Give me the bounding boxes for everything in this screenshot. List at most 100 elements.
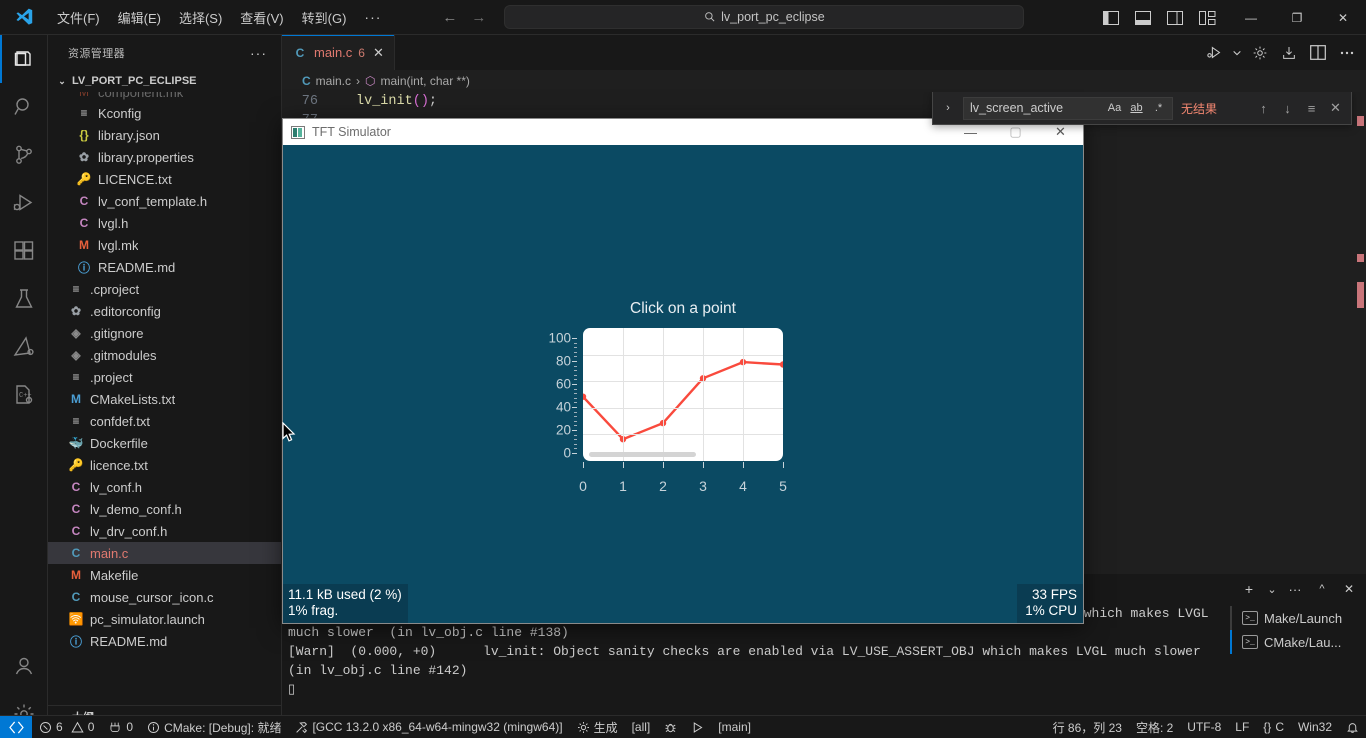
file-tree-item[interactable]: ◈ .gitignore bbox=[48, 322, 281, 344]
indentation-status[interactable]: 空格: 2 bbox=[1129, 716, 1180, 738]
find-previous-icon[interactable]: ↑ bbox=[1254, 99, 1273, 118]
file-tree-item[interactable]: ✿ .editorconfig bbox=[48, 300, 281, 322]
run-debug-icon[interactable] bbox=[1201, 40, 1227, 66]
notifications-bell-icon[interactable] bbox=[1339, 716, 1366, 738]
platform-status[interactable]: Win32 bbox=[1291, 716, 1339, 738]
file-tree-item[interactable]: 🔑 LICENCE.txt bbox=[48, 168, 281, 190]
file-tree-item[interactable]: Cmouse_cursor_icon.c bbox=[48, 586, 281, 608]
toggle-primary-sidebar-icon[interactable] bbox=[1098, 5, 1124, 31]
file-tree[interactable]: ≡ Kconfig {} library.json ✿ library.propertie… bbox=[48, 102, 281, 652]
breadcrumb-file[interactable]: main.c bbox=[316, 74, 351, 88]
sidebar-item-explorer[interactable] bbox=[0, 35, 48, 83]
sidebar-more-icon[interactable]: ··· bbox=[250, 45, 267, 61]
menu-go[interactable]: 转到(G) bbox=[293, 5, 356, 30]
encoding-status[interactable]: UTF-8 bbox=[1180, 716, 1228, 738]
explorer-root-folder[interactable]: ⌄ LV_PORT_PC_ECLIPSE bbox=[48, 70, 281, 92]
file-tree-item[interactable]: ≡ .cproject bbox=[48, 278, 281, 300]
gear-icon[interactable] bbox=[1247, 40, 1273, 66]
file-tree-item[interactable]: Mlvgl.mk bbox=[48, 234, 281, 256]
file-tree-item[interactable]: Clvgl.h bbox=[48, 212, 281, 234]
file-tree-item[interactable]: ⓘ README.md bbox=[48, 630, 281, 652]
customize-layout-icon[interactable] bbox=[1194, 5, 1220, 31]
forward-arrow-icon[interactable]: → bbox=[471, 9, 486, 26]
sidebar-item-search[interactable] bbox=[0, 83, 48, 131]
file-tree-item[interactable]: Clv_drv_conf.h bbox=[48, 520, 281, 542]
menu-edit[interactable]: 编辑(E) bbox=[109, 5, 170, 30]
minimap[interactable] bbox=[1352, 114, 1366, 594]
file-tree-item[interactable]: ⓘ README.md bbox=[48, 256, 281, 278]
file-tree-item[interactable]: Clv_demo_conf.h bbox=[48, 498, 281, 520]
cmake-status[interactable]: CMake: [Debug]: 就绪 bbox=[140, 716, 288, 738]
toggle-panel-icon[interactable] bbox=[1130, 5, 1156, 31]
find-next-icon[interactable]: ↓ bbox=[1278, 99, 1297, 118]
menu-view[interactable]: 查看(V) bbox=[231, 5, 292, 30]
find-input[interactable]: lv_screen_active Aa ab .* bbox=[963, 96, 1173, 120]
file-tree-item[interactable]: ≡ .project bbox=[48, 366, 281, 388]
file-tree-item[interactable]: 🔑 licence.txt bbox=[48, 454, 281, 476]
match-case-icon[interactable]: Aa bbox=[1105, 99, 1124, 118]
window-close-button[interactable]: ✕ bbox=[1320, 0, 1366, 35]
tab-close-icon[interactable]: ✕ bbox=[373, 45, 384, 61]
panel-maximize-icon[interactable]: ^ bbox=[1311, 578, 1333, 600]
sidebar-item-cmake[interactable] bbox=[0, 323, 48, 371]
file-tree-item[interactable]: M Makefile bbox=[48, 564, 281, 586]
file-tree-item[interactable]: ✿ library.properties bbox=[48, 146, 281, 168]
language-mode-status[interactable]: {} C bbox=[1256, 716, 1291, 738]
new-terminal-icon[interactable]: + bbox=[1238, 578, 1260, 600]
menu-selection[interactable]: 选择(S) bbox=[170, 5, 231, 30]
eol-status[interactable]: LF bbox=[1228, 716, 1256, 738]
toggle-replace-icon[interactable]: › bbox=[939, 102, 957, 114]
back-arrow-icon[interactable]: ← bbox=[442, 9, 457, 26]
split-editor-icon[interactable] bbox=[1305, 40, 1331, 66]
find-in-selection-icon[interactable]: ≡ bbox=[1302, 99, 1321, 118]
cmake-build-button[interactable]: 生成 bbox=[570, 716, 625, 738]
terminal-tab-make-launch[interactable]: >_ Make/Launch bbox=[1230, 606, 1366, 630]
breadcrumb-symbol[interactable]: main(int, char **) bbox=[381, 74, 470, 88]
file-tree-item[interactable]: Cmain.c bbox=[48, 542, 281, 564]
window-restore-button[interactable]: ❐ bbox=[1274, 0, 1320, 35]
file-tree-item[interactable]: ≡ confdef.txt bbox=[48, 410, 281, 432]
breadcrumb[interactable]: C main.c › ⬡ main(int, char **) bbox=[282, 70, 1366, 92]
match-whole-word-icon[interactable]: ab bbox=[1127, 99, 1146, 118]
sidebar-item-source-control[interactable] bbox=[0, 131, 48, 179]
cmake-debug-button[interactable] bbox=[657, 716, 684, 738]
file-tree-item[interactable]: 🐳 Dockerfile bbox=[48, 432, 281, 454]
cmake-run-button[interactable] bbox=[684, 716, 711, 738]
file-tree-item[interactable]: ◈ .gitmodules bbox=[48, 344, 281, 366]
sidebar-item-extensions[interactable] bbox=[0, 227, 48, 275]
panel-close-icon[interactable]: ✕ bbox=[1338, 578, 1360, 600]
cursor-position-status[interactable]: 行 86，列 23 bbox=[1046, 716, 1129, 738]
tab-main-c[interactable]: C main.c 6 ✕ bbox=[282, 35, 395, 70]
file-tree-item[interactable]: {} library.json bbox=[48, 124, 281, 146]
chevron-down-icon[interactable] bbox=[1230, 40, 1244, 66]
sidebar-item-cpp-tools[interactable]: C++ bbox=[0, 371, 48, 419]
build-variant-status[interactable]: [main] bbox=[711, 716, 758, 738]
menu-file[interactable]: 文件(F) bbox=[48, 5, 109, 30]
window-minimize-button[interactable]: — bbox=[1228, 0, 1274, 35]
download-icon[interactable] bbox=[1276, 40, 1302, 66]
file-tree-item[interactable]: 🛜 pc_simulator.launch bbox=[48, 608, 281, 630]
remote-host-button[interactable] bbox=[0, 715, 32, 738]
cmake-target-button[interactable]: [all] bbox=[625, 716, 658, 738]
menu-more-icon[interactable]: ··· bbox=[355, 7, 390, 27]
simulator-canvas[interactable]: Click on a point 0 20 40 60 80 100 0 1 2 3 4 5 bbox=[283, 145, 1083, 623]
sidebar-item-run-debug[interactable] bbox=[0, 179, 48, 227]
problems-status[interactable]: 6 0 bbox=[32, 716, 101, 738]
terminal-chevron-down-icon[interactable]: ⌄ bbox=[1265, 578, 1279, 600]
sidebar-item-testing[interactable] bbox=[0, 275, 48, 323]
more-actions-icon[interactable] bbox=[1334, 40, 1360, 66]
chart-horizontal-scrollbar[interactable] bbox=[589, 452, 696, 457]
chart[interactable]: Click on a point 0 20 40 60 80 100 0 1 2 3 4 5 bbox=[523, 300, 843, 500]
file-tree-item[interactable]: M CMakeLists.txt bbox=[48, 388, 281, 410]
ports-status[interactable]: 0 bbox=[101, 716, 140, 738]
cmake-kit-status[interactable]: [GCC 13.2.0 x86_64-w64-mingw32 (mingw64)… bbox=[288, 716, 569, 738]
terminal-tab-cmake-launch[interactable]: >_ CMake/Lau... bbox=[1230, 630, 1366, 654]
file-tree-item[interactable]: Clv_conf_template.h bbox=[48, 190, 281, 212]
find-close-icon[interactable]: ✕ bbox=[1326, 99, 1345, 118]
toggle-secondary-sidebar-icon[interactable] bbox=[1162, 5, 1188, 31]
file-tree-item[interactable]: ≡ Kconfig bbox=[48, 102, 281, 124]
tft-simulator-window[interactable]: TFT Simulator — ▢ ✕ Click on a point 0 20… bbox=[282, 118, 1084, 624]
panel-more-icon[interactable]: ··· bbox=[1284, 578, 1306, 600]
chart-plot-area[interactable] bbox=[583, 328, 783, 461]
use-regex-icon[interactable]: .* bbox=[1149, 99, 1168, 118]
